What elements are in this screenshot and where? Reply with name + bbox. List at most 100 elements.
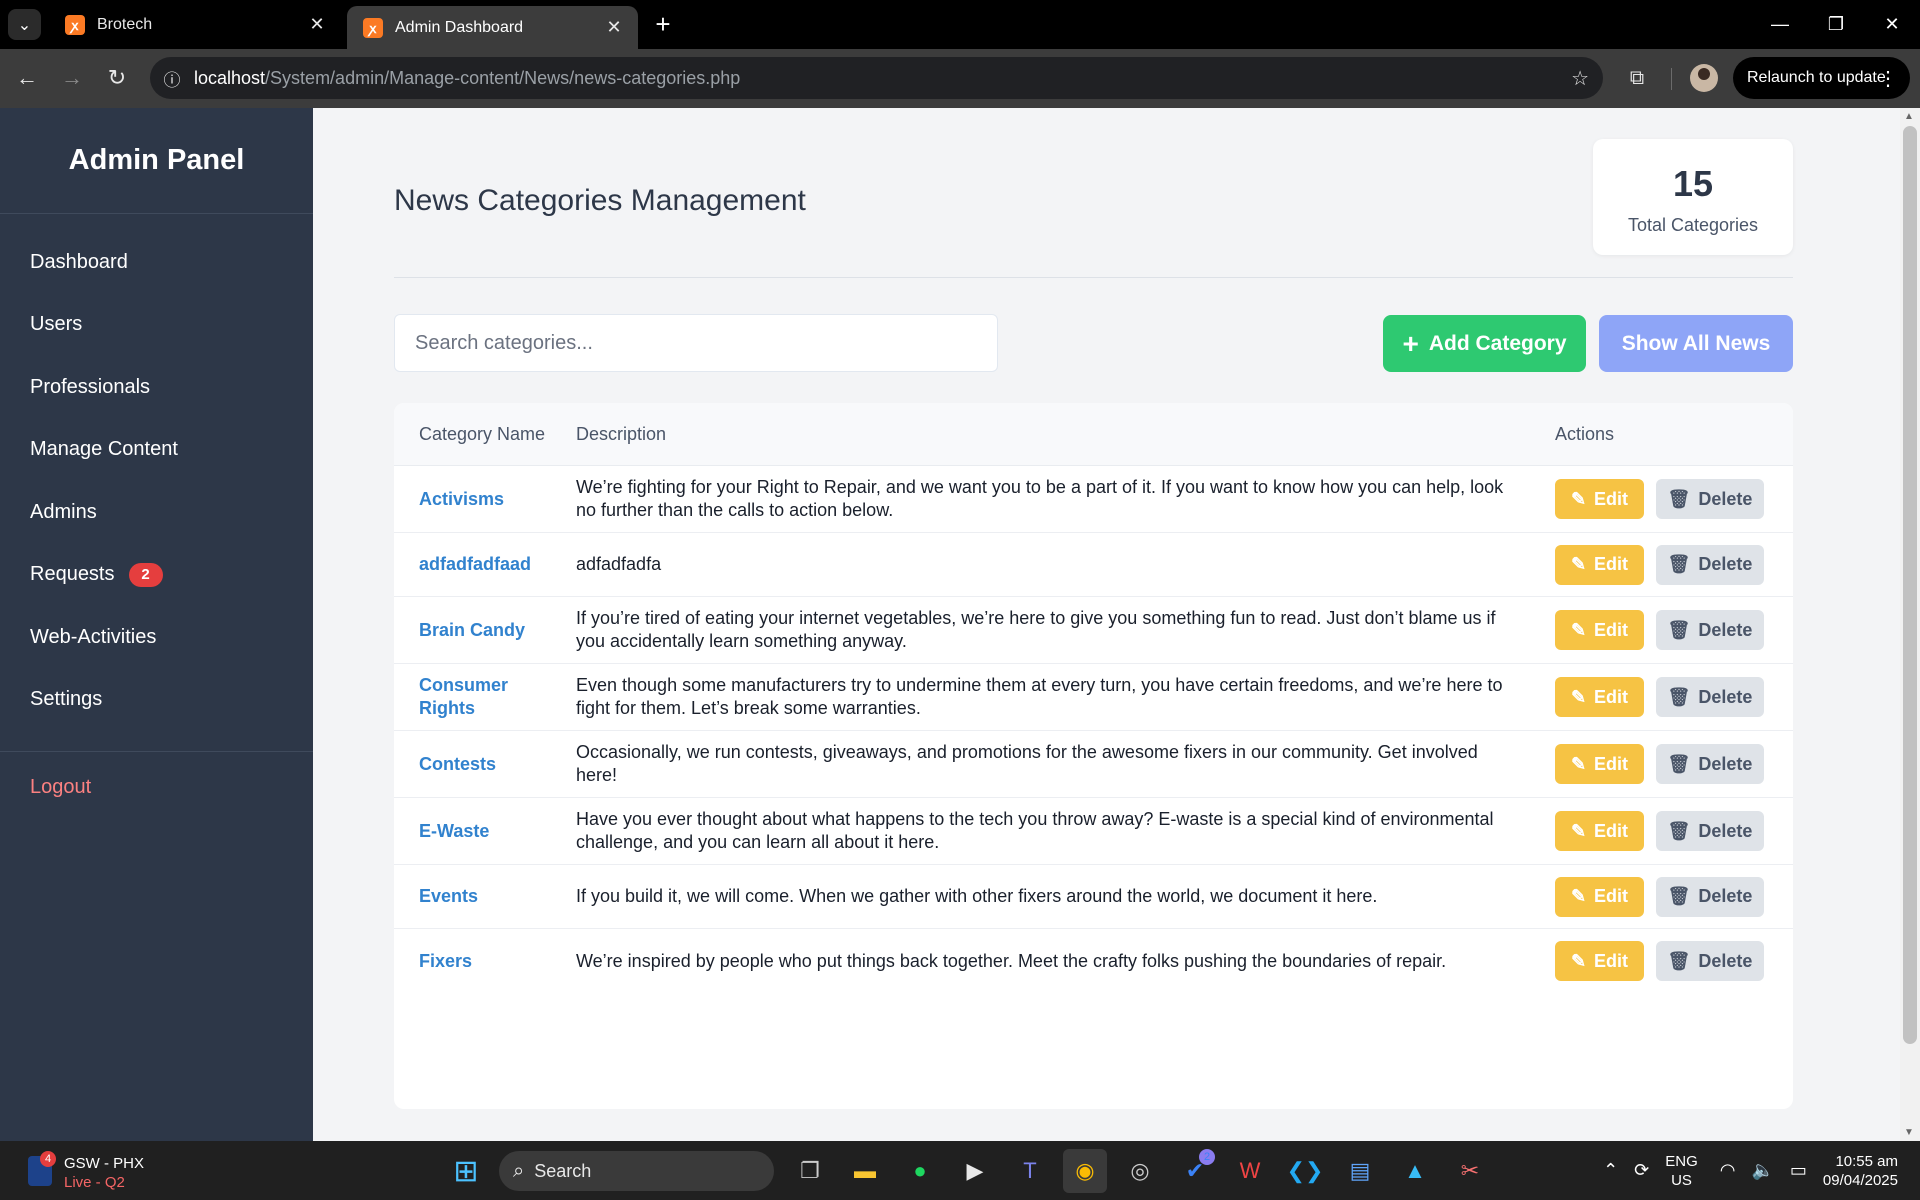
page-scrollbar[interactable]: ▲ ▼	[1900, 108, 1920, 1141]
close-tab-icon[interactable]: ✕	[604, 17, 624, 38]
toolbar-divider	[1671, 68, 1672, 90]
add-category-button[interactable]: + Add Category	[1383, 315, 1586, 372]
language-region: US	[1671, 1171, 1692, 1189]
sidebar-item-professionals[interactable]: Professionals	[0, 356, 313, 419]
spotify-icon[interactable]: ●	[898, 1149, 942, 1193]
chrome-icon[interactable]: ◉	[1063, 1149, 1107, 1193]
github-icon[interactable]: ◎	[1118, 1149, 1162, 1193]
forward-icon[interactable]: →	[55, 61, 89, 95]
extensions-icon[interactable]: ⧉	[1620, 61, 1654, 95]
reload-icon[interactable]: ↻	[100, 61, 134, 95]
close-tab-icon[interactable]: ✕	[307, 14, 327, 35]
sidebar-item-settings[interactable]: Settings	[0, 669, 313, 732]
category-name[interactable]: Events	[394, 885, 576, 908]
sidebar-item-admins[interactable]: Admins	[0, 481, 313, 544]
edit-button[interactable]: ✎ Edit	[1555, 610, 1644, 650]
delete-button[interactable]: 🗑 Delete	[1656, 941, 1764, 981]
taskbar-search[interactable]: ⌕ Search	[499, 1151, 774, 1191]
file-explorer-icon[interactable]: ▬	[843, 1149, 887, 1193]
teams-icon[interactable]: T	[1008, 1149, 1052, 1193]
delete-label: Delete	[1698, 686, 1753, 707]
category-name[interactable]: Contests	[394, 753, 576, 776]
bookmark-star-icon[interactable]: ☆	[1571, 66, 1589, 91]
browser-tab-bar: ⌄ ꭗ Brotech ✕ ꭗ Admin Dashboard ✕ + — ❐ …	[0, 0, 1920, 49]
sync-icon[interactable]: ⟳	[1634, 1160, 1649, 1181]
profile-avatar[interactable]	[1690, 64, 1718, 92]
main-content: News Categories Management 15 Total Cate…	[313, 108, 1900, 1141]
category-name[interactable]: Fixers	[394, 950, 576, 973]
sports-widget[interactable]: 4 GSW - PHX Live - Q2	[28, 1151, 148, 1191]
snipping-tool-icon[interactable]: ✂	[1448, 1149, 1492, 1193]
category-name[interactable]: E-Waste	[394, 820, 576, 843]
category-name[interactable]: Activisms	[394, 488, 576, 511]
clock[interactable]: 10:55 am 09/04/2025	[1823, 1152, 1898, 1190]
delete-button[interactable]: 🗑 Delete	[1656, 544, 1764, 585]
category-name[interactable]: Brain Candy	[394, 619, 576, 642]
sidebar-item-label: Professionals	[30, 375, 151, 398]
todo-icon[interactable]: ✔ 2	[1173, 1149, 1217, 1193]
task-view-icon[interactable]: ❐	[788, 1149, 832, 1193]
edit-button[interactable]: ✎ Edit	[1555, 811, 1644, 851]
more-menu-icon[interactable]: ⋮	[1878, 66, 1898, 91]
delete-label: Delete	[1698, 950, 1753, 971]
show-all-news-button[interactable]: Show All News	[1599, 315, 1793, 372]
scroll-up-icon[interactable]: ▲	[1904, 111, 1914, 122]
scroll-down-icon[interactable]: ▼	[1904, 1127, 1914, 1138]
relaunch-button[interactable]: Relaunch to update ⋮	[1733, 57, 1910, 99]
windows-start-icon[interactable]: ⊞	[444, 1149, 488, 1193]
edit-button[interactable]: ✎ Edit	[1555, 941, 1644, 981]
edit-button[interactable]: ✎ Edit	[1555, 479, 1644, 519]
edit-button[interactable]: ✎ Edit	[1555, 544, 1644, 585]
xampp-favicon-icon: ꭗ	[363, 17, 383, 38]
battery-icon[interactable]: ▭	[1790, 1160, 1807, 1181]
language-indicator[interactable]: ENG US	[1665, 1152, 1698, 1190]
delete-button[interactable]: 🗑 Delete	[1656, 610, 1764, 650]
url-text[interactable]: localhost/System/admin/Manage-content/Ne…	[194, 68, 740, 89]
wps-office-icon[interactable]: W	[1228, 1149, 1272, 1193]
delete-button[interactable]: 🗑 Delete	[1656, 811, 1764, 851]
photos-icon[interactable]: ▲	[1393, 1149, 1437, 1193]
back-icon[interactable]: ←	[10, 61, 44, 95]
sidebar-item-requests[interactable]: Requests 2	[0, 544, 313, 607]
media-player-icon[interactable]: ▶	[953, 1149, 997, 1193]
table-row: adfadfadfaad adfadfadfa ✎ Edit 🗑 Delete	[394, 533, 1793, 597]
category-description: Occasionally, we run contests, giveaways…	[576, 742, 1478, 785]
search-input[interactable]	[394, 314, 998, 372]
delete-button[interactable]: 🗑 Delete	[1656, 744, 1764, 784]
category-name[interactable]: adfadfadfaad	[394, 553, 576, 576]
site-info-icon[interactable]: ⓘ	[150, 66, 194, 91]
chevron-up-icon[interactable]: ⌃	[1603, 1160, 1618, 1181]
todo-badge: 2	[1199, 1149, 1215, 1165]
wifi-icon[interactable]: ◠	[1720, 1160, 1736, 1181]
tab-admin-dashboard[interactable]: ꭗ Admin Dashboard ✕	[347, 6, 638, 49]
sidebar-item-web-activities[interactable]: Web-Activities	[0, 606, 313, 669]
volume-icon[interactable]: 🔈	[1751, 1160, 1773, 1181]
close-window-icon[interactable]: ✕	[1864, 0, 1920, 49]
delete-button[interactable]: 🗑 Delete	[1656, 876, 1764, 917]
edit-button[interactable]: ✎ Edit	[1555, 744, 1644, 784]
delete-button[interactable]: 🗑 Delete	[1656, 677, 1764, 717]
scrollbar-thumb[interactable]	[1903, 126, 1917, 1044]
vscode-icon[interactable]: ❮❯	[1283, 1149, 1327, 1193]
edit-button[interactable]: ✎ Edit	[1555, 677, 1644, 717]
minimize-icon[interactable]: —	[1752, 0, 1808, 49]
table-row: Fixers We’re inspired by people who put …	[394, 929, 1793, 993]
total-categories-count: 15	[1672, 163, 1714, 204]
sidebar-item-dashboard[interactable]: Dashboard	[0, 231, 313, 294]
logout-link[interactable]: Logout	[0, 756, 313, 818]
address-bar[interactable]: ⓘ localhost/System/admin/Manage-content/…	[150, 57, 1603, 99]
category-name[interactable]: Consumer Rights	[394, 674, 576, 720]
category-description: We’re inspired by people who put things …	[576, 950, 1447, 971]
edit-button[interactable]: ✎ Edit	[1555, 876, 1644, 917]
taskbar-apps: ⊞ ⌕ Search ❐ ▬ ● ▶ T ◉ ◎ ✔ 2 W ❮❯ ▤ ▲ ✂	[444, 1149, 1503, 1193]
notepad-icon[interactable]: ▤	[1338, 1149, 1382, 1193]
restore-icon[interactable]: ❐	[1808, 0, 1864, 49]
browser-toolbar: ← → ↻ ⓘ localhost/System/admin/Manage-co…	[0, 49, 1920, 108]
sidebar-item-users[interactable]: Users	[0, 294, 313, 357]
sidebar-item-manage-content[interactable]: Manage Content	[0, 419, 313, 482]
delete-button[interactable]: 🗑 Delete	[1656, 479, 1764, 519]
new-tab-icon[interactable]: +	[652, 8, 674, 40]
tab-list-button[interactable]: ⌄	[8, 9, 41, 40]
edit-label: Edit	[1594, 488, 1629, 509]
tab-brotech[interactable]: ꭗ Brotech ✕	[49, 6, 341, 43]
